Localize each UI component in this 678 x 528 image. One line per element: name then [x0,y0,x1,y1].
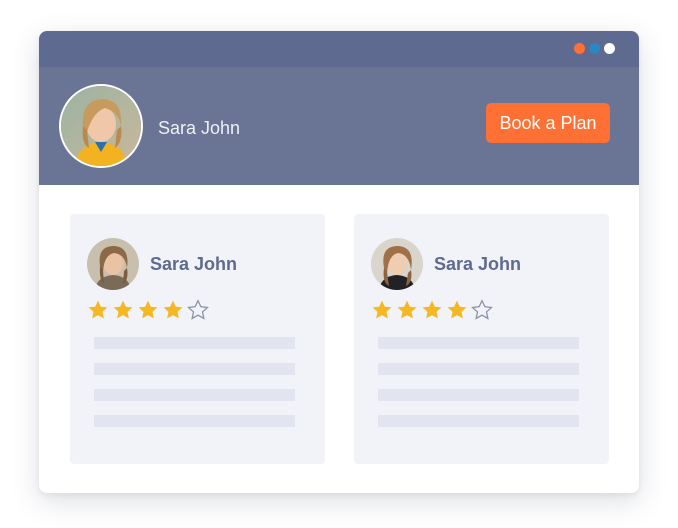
star-empty-icon [187,299,209,320]
star-filled-icon [88,300,108,319]
text-placeholder [94,337,295,441]
avatar[interactable] [59,84,143,168]
star-rating [371,299,493,321]
reviewer-name: Sara John [150,254,238,274]
placeholder-line [378,415,579,427]
placeholder-line [94,389,295,401]
star-filled-icon [138,300,158,319]
placeholder-line [378,337,579,349]
review-card: Sara John [70,214,325,464]
review-card: Sara John [354,214,609,464]
star-filled-icon [422,300,442,319]
star-empty-icon [471,299,493,320]
white-dot-icon[interactable] [604,43,615,54]
star-filled-icon [163,300,183,319]
placeholder-line [94,363,295,375]
star-rating [87,299,209,321]
profile-photo-icon [61,86,141,166]
profile-name: Sara John [158,118,241,138]
placeholder-line [94,337,295,349]
star-filled-icon [397,300,417,319]
app-window: Sara John Book a Plan Sara John Sara Joh… [39,31,639,493]
reviewer-name: Sara John [434,254,522,274]
reviewer-photo-icon [87,238,139,290]
reviewer-photo-icon [371,238,423,290]
title-bar [39,31,639,67]
star-filled-icon [113,300,133,319]
star-filled-icon [447,300,467,319]
book-plan-button[interactable]: Book a Plan [486,103,610,143]
star-filled-icon [372,300,392,319]
orange-dot-icon[interactable] [574,43,585,54]
profile-header: Sara John Book a Plan [39,67,639,185]
avatar[interactable] [87,238,139,290]
avatar[interactable] [371,238,423,290]
blue-dot-icon[interactable] [589,43,600,54]
placeholder-line [94,415,295,427]
placeholder-line [378,363,579,375]
placeholder-line [378,389,579,401]
window-controls [574,43,615,54]
text-placeholder [378,337,579,441]
